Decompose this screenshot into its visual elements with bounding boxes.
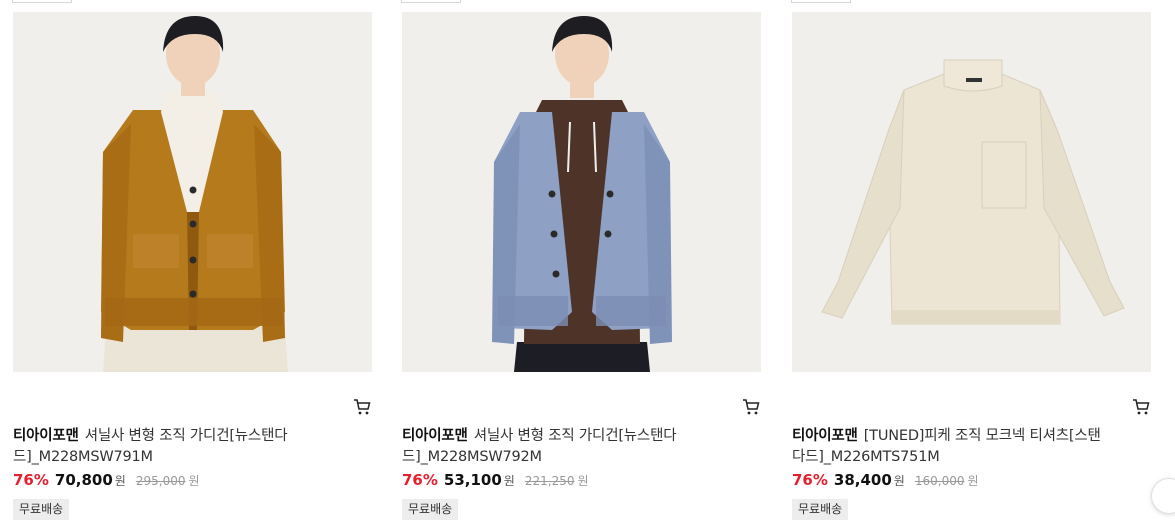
original-currency-unit: 원 [967, 474, 979, 488]
add-to-cart-button[interactable] [740, 396, 762, 418]
original-price: 221,250 [524, 474, 575, 488]
carousel-next-button[interactable] [1151, 478, 1175, 514]
model-mustard-cardigan-image [13, 12, 372, 372]
currency-unit: 원 [114, 474, 126, 488]
price-row: 76% 38,400 원 160,000 원 [792, 471, 979, 489]
product-image[interactable] [402, 12, 761, 372]
product-card[interactable]: 티아이포맨 셔닐사 변형 조직 가디건[뉴스탠다드]_M228MSW792M 76… [402, 12, 762, 520]
free-shipping-badge: 무료배송 [402, 499, 459, 520]
discount-rate: 76% [402, 471, 438, 489]
brand-name: 티아이포맨 [402, 428, 468, 444]
product-title[interactable]: 티아이포맨 [TUNED]피케 조직 모크넥 티셔츠[스탠다드]_M226MTS7… [792, 426, 1102, 468]
product-image[interactable] [13, 12, 372, 372]
cream-mockneck-tshirt-image [792, 12, 1151, 372]
product-card[interactable]: 티아이포맨 셔닐사 변형 조직 가디건[뉴스탠다드]_M228MSW791M 76… [13, 12, 373, 520]
product-title[interactable]: 티아이포맨 셔닐사 변형 조직 가디건[뉴스탠다드]_M228MSW792M [402, 426, 712, 468]
free-shipping-badge: 무료배송 [792, 499, 849, 520]
original-price: 160,000 [914, 474, 965, 488]
original-price: 295,000 [135, 474, 186, 488]
price-row: 76% 70,800 원 295,000 원 [13, 471, 200, 489]
free-shipping-badge: 무료배송 [13, 499, 70, 520]
original-currency-unit: 원 [188, 474, 200, 488]
add-to-cart-button[interactable] [1130, 396, 1152, 418]
add-to-cart-button[interactable] [351, 396, 373, 418]
currency-unit: 원 [893, 474, 905, 488]
discount-rate: 76% [792, 471, 828, 489]
currency-unit: 원 [503, 474, 515, 488]
product-title[interactable]: 티아이포맨 셔닐사 변형 조직 가디건[뉴스탠다드]_M228MSW791M [13, 426, 323, 468]
sale-price: 70,800 [54, 471, 113, 489]
sale-price: 53,100 [443, 471, 502, 489]
cart-icon [743, 399, 760, 415]
cart-icon [1133, 399, 1150, 415]
prev-row-badge [12, 0, 72, 3]
discount-rate: 76% [13, 471, 49, 489]
original-currency-unit: 원 [577, 474, 589, 488]
brand-name: 티아이포맨 [13, 428, 79, 444]
price-row: 76% 53,100 원 221,250 원 [402, 471, 589, 489]
cart-icon [354, 399, 371, 415]
product-image[interactable] [792, 12, 1151, 372]
prev-row-badge [791, 0, 851, 3]
model-blue-cardigan-image [402, 12, 761, 372]
prev-row-badge [401, 0, 461, 3]
brand-name: 티아이포맨 [792, 428, 858, 444]
sale-price: 38,400 [833, 471, 892, 489]
product-card[interactable]: 티아이포맨 [TUNED]피케 조직 모크넥 티셔츠[스탠다드]_M226MTS7… [792, 12, 1152, 520]
